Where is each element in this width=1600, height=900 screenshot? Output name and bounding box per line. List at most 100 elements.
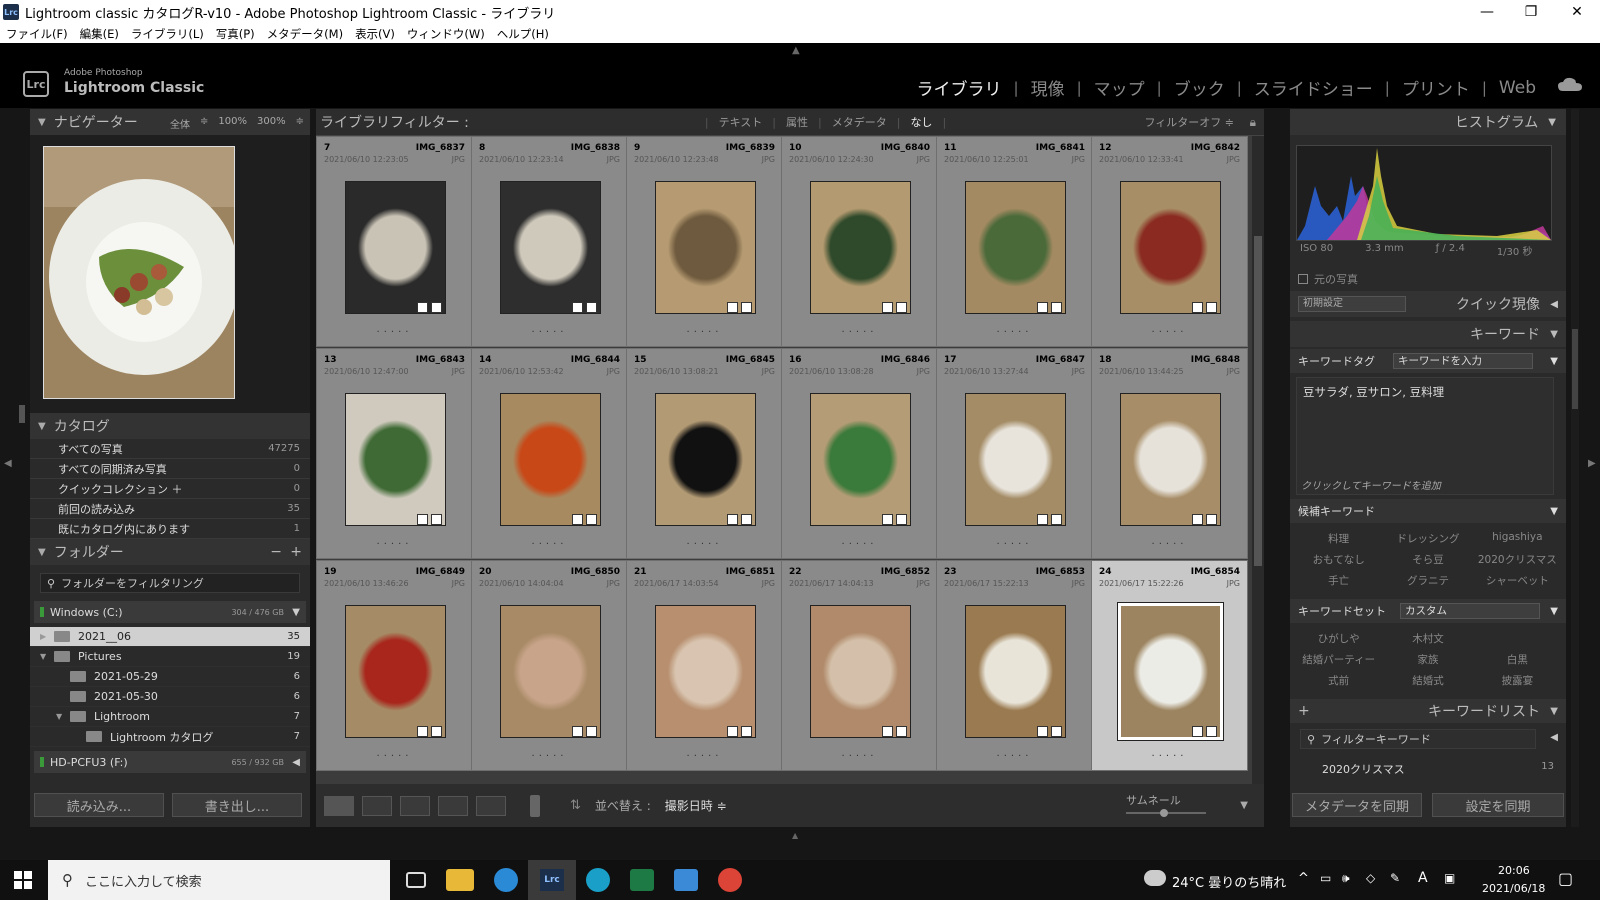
catalog-header[interactable]: ▼ カタログ [30,413,310,439]
cloud-icon[interactable] [1558,77,1582,91]
catalog-item[interactable]: 前回の読み込み 35 [30,499,310,519]
thumbnail-cell[interactable]: 17 IMG_6847 2021/06/10 13:27:44 JPG ····… [936,348,1093,559]
comment-badge-icon[interactable] [431,726,442,737]
filter-off-dropdown[interactable]: フィルターオフ ≑ [1145,114,1235,130]
suggested-keyword[interactable]: おもてなし [1294,552,1383,567]
menu-photo[interactable]: 写真(P) [216,26,255,42]
comment-badge-icon[interactable] [431,302,442,313]
keyword-badge-icon[interactable] [727,726,738,737]
photos-icon[interactable] [674,869,698,891]
suggested-keyword[interactable]: ドレッシング [1383,531,1472,546]
rating-dots[interactable]: ····· [317,327,472,338]
weather-text[interactable]: 24°C 曇りのち晴れ [1172,872,1286,891]
sort-dropdown[interactable]: 撮影日時 ≑ [665,797,727,814]
folder-item[interactable]: ▼ Lightroom 7 [30,707,310,727]
quick-develop-header[interactable]: 初期設定 クイック現像 ◀ [1290,291,1566,317]
photo-thumbnail[interactable] [1117,602,1224,741]
keyword-set-item[interactable]: ひがしや [1294,631,1383,646]
navigator-preview[interactable] [43,146,235,399]
comment-badge-icon[interactable] [1051,726,1062,737]
keyword-badge-icon[interactable] [1037,302,1048,313]
suggested-keyword[interactable]: シャーベット [1473,573,1562,588]
folder-item[interactable]: ▼ Pictures 19 [30,647,310,667]
add-keyword-icon[interactable]: + [1298,703,1310,719]
comment-badge-icon[interactable] [1206,302,1217,313]
photo-thumbnail[interactable] [500,181,601,314]
keyword-set-dropdown[interactable]: カスタム [1400,603,1540,619]
keyword-badge-icon[interactable] [727,302,738,313]
photo-thumbnail[interactable] [810,181,911,314]
keyword-badge-icon[interactable] [882,302,893,313]
left-panel-toggle-icon[interactable]: ◀ [4,458,12,469]
filter-text-tab[interactable]: テキスト [719,114,763,130]
keyword-header[interactable]: キーワード ▼ [1290,321,1566,347]
add-folder-icon[interactable]: + [290,544,302,560]
thumbnail-cell[interactable]: 18 IMG_6848 2021/06/10 13:44:25 JPG ····… [1091,348,1248,559]
volume-menu-icon[interactable]: ▼ [292,607,300,618]
photo-thumbnail[interactable] [655,393,756,526]
right-panel-toggle-icon[interactable]: ▶ [1588,458,1596,469]
disclosure-triangle-icon[interactable]: ▼ [40,652,54,661]
thumbnail-cell[interactable]: 23 IMG_6853 2021/06/17 15:22:13 JPG ····… [936,560,1093,771]
rating-dots[interactable]: ····· [937,327,1092,338]
left-panel-scroll-thumb[interactable] [19,405,25,423]
module-slideshow[interactable]: スライドショー [1242,75,1385,100]
comment-badge-icon[interactable] [1051,514,1062,525]
comment-badge-icon[interactable] [741,726,752,737]
volume-f[interactable]: HD-PCFU3 (F:) 655 / 932 GB ◀ [34,751,306,773]
module-library[interactable]: ライブラリ [905,75,1014,100]
ime-mode-icon[interactable]: ▣ [1444,871,1455,885]
rating-dots[interactable]: ····· [472,327,627,338]
keyword-set-item[interactable]: 式前 [1294,673,1383,688]
photo-thumbnail[interactable] [345,181,446,314]
weather-icon[interactable] [1144,870,1166,886]
pen-icon[interactable]: ✎ [1390,871,1400,885]
photo-thumbnail[interactable] [965,393,1066,526]
module-map[interactable]: マップ [1082,75,1157,100]
catalog-item[interactable]: すべての同期済み写真 0 [30,459,310,479]
menu-view[interactable]: 表示(V) [355,26,395,42]
toolbar-menu-icon[interactable]: ▼ [1240,800,1248,811]
keyword-set-item[interactable]: 家族 [1383,652,1472,667]
keyword-badge-icon[interactable] [1192,726,1203,737]
network-icon[interactable]: ▭ [1320,871,1331,885]
rating-dots[interactable]: ····· [317,539,472,550]
folders-header[interactable]: ▼ フォルダー − + [30,539,310,565]
menu-edit[interactable]: 編集(E) [80,26,119,42]
sort-direction-icon[interactable]: ⇅ [570,798,581,813]
close-button[interactable]: ✕ [1554,0,1600,24]
comment-badge-icon[interactable] [586,726,597,737]
lock-icon[interactable]: 🔒︎ [1250,115,1256,130]
comment-badge-icon[interactable] [431,514,442,525]
thumbnail-cell[interactable]: 19 IMG_6849 2021/06/10 13:46:26 JPG ····… [316,560,473,771]
keyword-badge-icon[interactable] [417,302,428,313]
thumbnail-cell[interactable]: 16 IMG_6846 2021/06/10 13:08:28 JPG ····… [781,348,938,559]
rating-dots[interactable]: ····· [782,539,937,550]
thumbnail-size-slider[interactable] [1126,809,1206,817]
menu-metadata[interactable]: メタデータ(M) [267,26,343,42]
keyword-badge-icon[interactable] [882,726,893,737]
people-view-button[interactable] [476,795,506,816]
rating-dots[interactable]: ····· [472,539,627,550]
volume-icon[interactable]: 🕪︎ [1342,871,1350,886]
ime-indicator[interactable]: A [1418,870,1428,886]
keyword-list-header[interactable]: + キーワードリスト ▼ [1290,699,1566,723]
keyword-tag-dropdown[interactable]: キーワードを入力 [1393,353,1533,369]
right-panel-scrollbar[interactable] [1571,109,1579,827]
compare-view-button[interactable] [400,795,430,816]
sync-metadata-button[interactable]: メタデータを同期 [1292,793,1422,817]
rating-dots[interactable]: ····· [627,751,782,762]
photo-thumbnail[interactable] [655,605,756,738]
module-print[interactable]: プリント [1390,75,1482,100]
comment-badge-icon[interactable] [896,726,907,737]
keyword-set-item[interactable] [1473,631,1562,646]
suggested-keyword[interactable]: higashiya [1473,531,1562,546]
clock-date[interactable]: 2021/06/18 [1482,882,1545,895]
suggested-keyword[interactable]: グラニテ [1383,573,1472,588]
rating-dots[interactable]: ····· [782,327,937,338]
right-scroll-thumb[interactable] [1572,329,1578,409]
notifications-icon[interactable]: ▢ [1558,869,1573,888]
grid-scrollbar[interactable] [1252,136,1264,784]
thumbnail-cell[interactable]: 9 IMG_6839 2021/06/10 12:23:48 JPG ····· [626,136,783,347]
histogram-header[interactable]: ヒストグラム ▼ [1290,109,1566,135]
